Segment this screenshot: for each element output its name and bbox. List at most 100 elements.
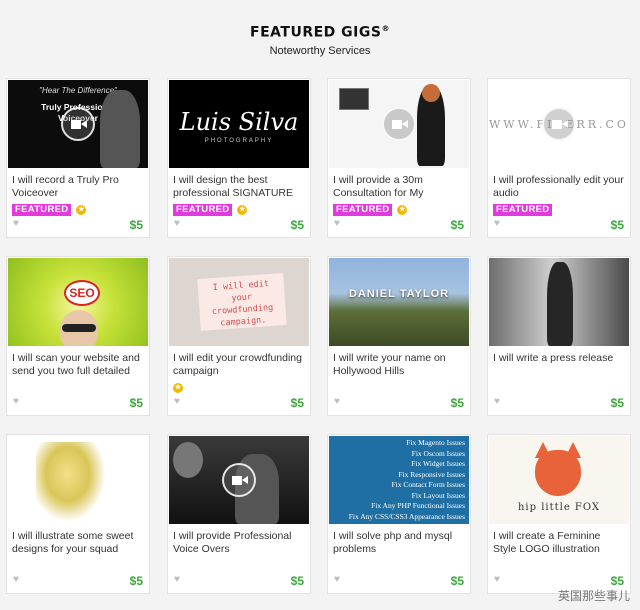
gig-card[interactable]: I will write a press release ♥ $5 — [487, 256, 631, 416]
gig-thumbnail[interactable]: SEO — [8, 258, 148, 346]
thumb-caption: Fix Contact Form Issues — [391, 480, 465, 489]
top-rated-icon: ★ — [237, 205, 248, 215]
gig-thumbnail[interactable] — [8, 436, 148, 524]
gig-price: $5 — [129, 218, 143, 232]
gig-thumbnail[interactable]: WWW.FIVERR.COM — [489, 80, 629, 168]
thumb-caption: DANIEL TAYLOR — [348, 288, 450, 300]
section-title: FEATURED GIGS® — [250, 24, 390, 41]
heart-icon[interactable]: ♥ — [13, 218, 19, 229]
heart-icon[interactable]: ♥ — [334, 218, 340, 229]
gig-meta: FEATURED ★ — [12, 204, 87, 216]
featured-badge: FEATURED — [12, 204, 72, 216]
featured-badge: FEATURED — [173, 204, 233, 216]
gig-thumbnail[interactable]: "Hear The Difference" Truly Professional… — [8, 80, 148, 168]
gig-price: $5 — [450, 396, 464, 410]
heart-icon[interactable]: ♥ — [13, 574, 19, 585]
gig-title[interactable]: I will provide a 30m Consultation for My — [328, 168, 470, 202]
thumb-caption-list: Fix Magento Issues Fix Oscom Issues Fix … — [349, 438, 465, 522]
heart-icon[interactable]: ♥ — [494, 574, 500, 585]
featured-badge: FEATURED — [333, 204, 393, 216]
thumb-caption: hip little FOX — [517, 502, 601, 513]
heart-icon[interactable]: ♥ — [494, 218, 500, 229]
thumb-caption: Fix Any PHP Functional Issues — [371, 501, 465, 510]
gig-thumbnail[interactable]: Luis Silva PHOTOGRAPHY — [169, 80, 309, 168]
gig-title[interactable]: I will design the best professional SIGN… — [168, 168, 310, 202]
play-video-icon[interactable] — [222, 463, 256, 497]
photo-glasses — [62, 324, 96, 332]
gig-meta: ★ — [173, 382, 183, 394]
gig-title[interactable]: I will create a Feminine Style LOGO illu… — [488, 524, 630, 558]
gig-thumbnail[interactable] — [169, 436, 309, 524]
heart-icon[interactable]: ♥ — [334, 574, 340, 585]
gig-price: $5 — [610, 218, 624, 232]
gig-meta: FEATURED ★ — [173, 204, 248, 216]
thumb-caption: I will edit your crowdfunding campaign. — [197, 273, 287, 331]
watermark: 英国那些事儿 — [557, 589, 630, 603]
gig-price: $5 — [290, 218, 304, 232]
gig-meta: FEATURED ★ — [333, 204, 408, 216]
play-video-icon[interactable] — [382, 107, 416, 141]
gig-title[interactable]: I will illustrate some sweet designs for… — [7, 524, 149, 558]
gig-card[interactable]: "Hear The Difference" Truly Professional… — [6, 78, 150, 238]
top-rated-icon: ★ — [397, 205, 408, 215]
gig-price: $5 — [129, 574, 143, 588]
heart-icon[interactable]: ♥ — [174, 218, 180, 229]
gig-card[interactable]: Fix Magento Issues Fix Oscom Issues Fix … — [327, 434, 471, 594]
gig-thumbnail[interactable] — [489, 258, 629, 346]
heart-icon[interactable]: ♥ — [334, 396, 340, 407]
gig-card[interactable]: DANIEL TAYLOR I will write your name on … — [327, 256, 471, 416]
gig-card[interactable]: I will illustrate some sweet designs for… — [6, 434, 150, 594]
heart-icon[interactable]: ♥ — [174, 396, 180, 407]
gig-price: $5 — [129, 396, 143, 410]
thumb-caption: Fix Magento Issues — [406, 438, 465, 447]
fox-illustration — [535, 450, 581, 496]
gig-title[interactable]: I will professionally edit your audio — [488, 168, 630, 202]
gig-card[interactable]: I will provide a 30m Consultation for My… — [327, 78, 471, 238]
thumb-caption: PHOTOGRAPHY — [204, 138, 274, 144]
gig-card[interactable]: hip little FOX I will create a Feminine … — [487, 434, 631, 594]
gig-card[interactable]: I will edit your crowdfunding campaign. … — [167, 256, 311, 416]
gig-meta: FEATURED — [493, 204, 553, 216]
thumb-caption: Fix Widget Issues — [411, 459, 465, 468]
gig-price: $5 — [450, 574, 464, 588]
gig-thumbnail[interactable]: I will edit your crowdfunding campaign. — [169, 258, 309, 346]
heart-icon[interactable]: ♥ — [494, 396, 500, 407]
play-video-icon[interactable] — [542, 107, 576, 141]
photo-person — [100, 90, 140, 168]
gig-card[interactable]: Luis Silva PHOTOGRAPHY I will design the… — [167, 78, 311, 238]
top-rated-icon: ★ — [173, 383, 183, 393]
play-video-icon[interactable] — [61, 107, 95, 141]
featured-badge: FEATURED — [493, 204, 553, 216]
featured-header: FEATURED GIGS® Noteworthy Services — [0, 0, 640, 57]
gig-title[interactable]: I will edit your crowdfunding campaign — [168, 346, 310, 380]
thumb-caption: Fix Layout Issues — [411, 490, 465, 500]
gig-price: $5 — [610, 396, 624, 410]
gig-thumbnail[interactable]: Fix Magento Issues Fix Oscom Issues Fix … — [329, 436, 469, 524]
thumb-caption: Fix Oscom Issues — [411, 448, 465, 458]
heart-icon[interactable]: ♥ — [174, 574, 180, 585]
gig-title[interactable]: I will scan your website and send you tw… — [7, 346, 149, 380]
gig-price: $5 — [610, 574, 624, 588]
gig-price: $5 — [290, 574, 304, 588]
photo-hair — [422, 84, 440, 102]
gig-thumbnail[interactable]: hip little FOX — [489, 436, 629, 524]
gig-title[interactable]: I will write a press release — [488, 346, 630, 380]
thumb-caption: SEO — [64, 280, 100, 306]
gig-price: $5 — [290, 396, 304, 410]
top-rated-icon: ★ — [76, 205, 87, 215]
gig-thumbnail[interactable]: DANIEL TAYLOR — [329, 258, 469, 346]
section-subtitle: Noteworthy Services — [269, 44, 371, 57]
gig-title[interactable]: I will provide Professional Voice Overs — [168, 524, 310, 558]
gig-card[interactable]: I will provide Professional Voice Overs … — [167, 434, 311, 594]
gig-card[interactable]: WWW.FIVERR.COM I will professionally edi… — [487, 78, 631, 238]
thumb-caption: Fix Responsive Issues — [398, 469, 465, 479]
gig-title[interactable]: I will record a Truly Pro Voiceover — [7, 168, 149, 202]
gig-title[interactable]: I will write your name on Hollywood Hill… — [328, 346, 470, 380]
photo-person — [547, 262, 573, 346]
thumb-caption: Luis Silva — [179, 108, 299, 136]
gig-thumbnail[interactable] — [329, 80, 469, 168]
heart-icon[interactable]: ♥ — [13, 396, 19, 407]
gig-card[interactable]: SEO I will scan your website and send yo… — [6, 256, 150, 416]
gig-title[interactable]: I will solve php and mysql problems — [328, 524, 470, 558]
photo-microphone — [173, 442, 203, 478]
